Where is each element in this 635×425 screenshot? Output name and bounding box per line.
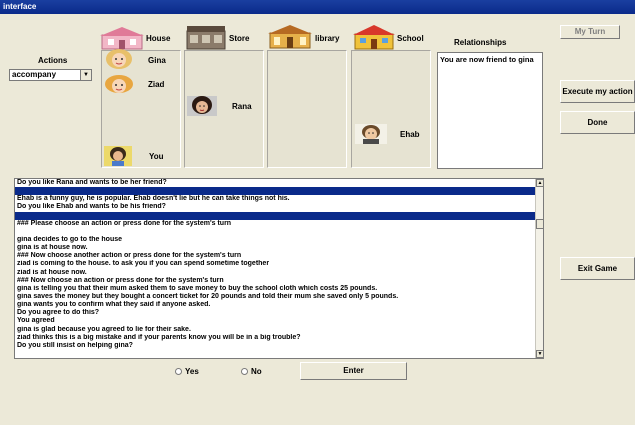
dialog-line: gina wants you to confirm what they said…	[17, 301, 211, 309]
dialog-scrollbar[interactable]: ▲ ▼	[535, 179, 543, 358]
dialog-line: gina is glad because you agreed to lie f…	[17, 325, 191, 333]
no-label: No	[251, 367, 262, 376]
dialog-line: ziad is coming to the house. to ask you …	[17, 260, 270, 268]
dialog-line: gina is telling you that their mum asked…	[17, 284, 378, 292]
school-panel[interactable]	[351, 50, 431, 168]
store-icon[interactable]	[186, 25, 226, 50]
actions-selected-value: accompany	[12, 70, 57, 79]
radio-circle-icon[interactable]	[175, 368, 182, 375]
dialog-line: ### Now choose an action or press done f…	[17, 276, 224, 284]
dialog-line: Do you still insist on helping gina?	[17, 341, 133, 349]
you-avatar[interactable]	[104, 146, 132, 166]
relationships-label: Relationships	[454, 38, 507, 47]
ehab-avatar[interactable]	[355, 124, 387, 144]
exit-game-button[interactable]: Exit Game	[560, 257, 635, 280]
location-store-label: Store	[229, 34, 250, 43]
character-ehab-label: Ehab	[400, 130, 420, 139]
dialog-line: ### Now choose another action or press d…	[17, 252, 242, 260]
character-you-label: You	[149, 152, 164, 161]
no-radio[interactable]: No	[241, 367, 262, 376]
enter-button[interactable]: Enter	[300, 362, 407, 380]
ziad-avatar[interactable]	[103, 74, 135, 96]
actions-dropdown[interactable]: accompany ▼	[9, 69, 92, 81]
dialog-textbox[interactable]: Do you like Rana and wants to be her fri…	[14, 178, 544, 359]
house-icon[interactable]	[100, 26, 144, 50]
dialog-line: gina decides to go to the house	[17, 235, 123, 243]
dialog-line: ziad thinks this is a big mistake and if…	[17, 333, 301, 341]
character-gina-label: Gina	[148, 56, 166, 65]
scroll-up-icon[interactable]: ▲	[536, 179, 543, 187]
yes-radio[interactable]: Yes	[175, 367, 199, 376]
done-button[interactable]: Done	[560, 111, 635, 134]
character-rana-label: Rana	[232, 102, 252, 111]
dialog-line	[15, 228, 536, 236]
radio-circle-icon[interactable]	[241, 368, 248, 375]
library-icon[interactable]	[268, 25, 312, 49]
execute-action-button[interactable]: Execute my action	[560, 80, 635, 103]
yes-label: Yes	[185, 367, 199, 376]
dialog-line: ### Please choose an action or press don…	[17, 219, 232, 227]
actions-label: Actions	[38, 56, 68, 65]
window-title: interface	[0, 0, 635, 14]
relationships-text: You are now friend to gina	[440, 55, 534, 64]
dialog-line: Do you agree to do this?	[17, 309, 100, 317]
dialog-line: gina saves the money but they bought a c…	[17, 292, 399, 300]
rana-avatar[interactable]	[187, 96, 217, 116]
location-library-label: library	[315, 34, 340, 43]
school-icon[interactable]	[352, 24, 396, 50]
dialog-line: Ehab is a funny guy, he is popular. Ehab…	[17, 195, 290, 203]
dialog-line: ziad is at house now.	[17, 268, 87, 276]
dialog-line	[15, 187, 536, 196]
dialog-line: Do you like Rana and wants to be her fri…	[17, 179, 167, 186]
dialog-line: You agreed	[17, 317, 55, 325]
chevron-down-icon[interactable]: ▼	[80, 70, 91, 80]
scroll-down-icon[interactable]: ▼	[536, 350, 543, 358]
relationships-box[interactable]: You are now friend to gina	[437, 52, 543, 169]
character-ziad-label: Ziad	[148, 80, 165, 89]
dialog-lines: Do you like Rana and wants to be her fri…	[15, 179, 536, 350]
dialog-line	[15, 211, 536, 220]
scroll-thumb[interactable]	[536, 219, 543, 229]
my-turn-button[interactable]: My Turn	[560, 25, 620, 39]
dialog-line: Do you like Ehab and wants to be his fri…	[17, 203, 166, 211]
library-panel[interactable]	[267, 50, 347, 168]
gina-avatar[interactable]	[104, 48, 134, 70]
location-school-label: School	[397, 34, 424, 43]
dialog-line: gina is at house now.	[17, 244, 88, 252]
location-house-label: House	[146, 34, 171, 43]
